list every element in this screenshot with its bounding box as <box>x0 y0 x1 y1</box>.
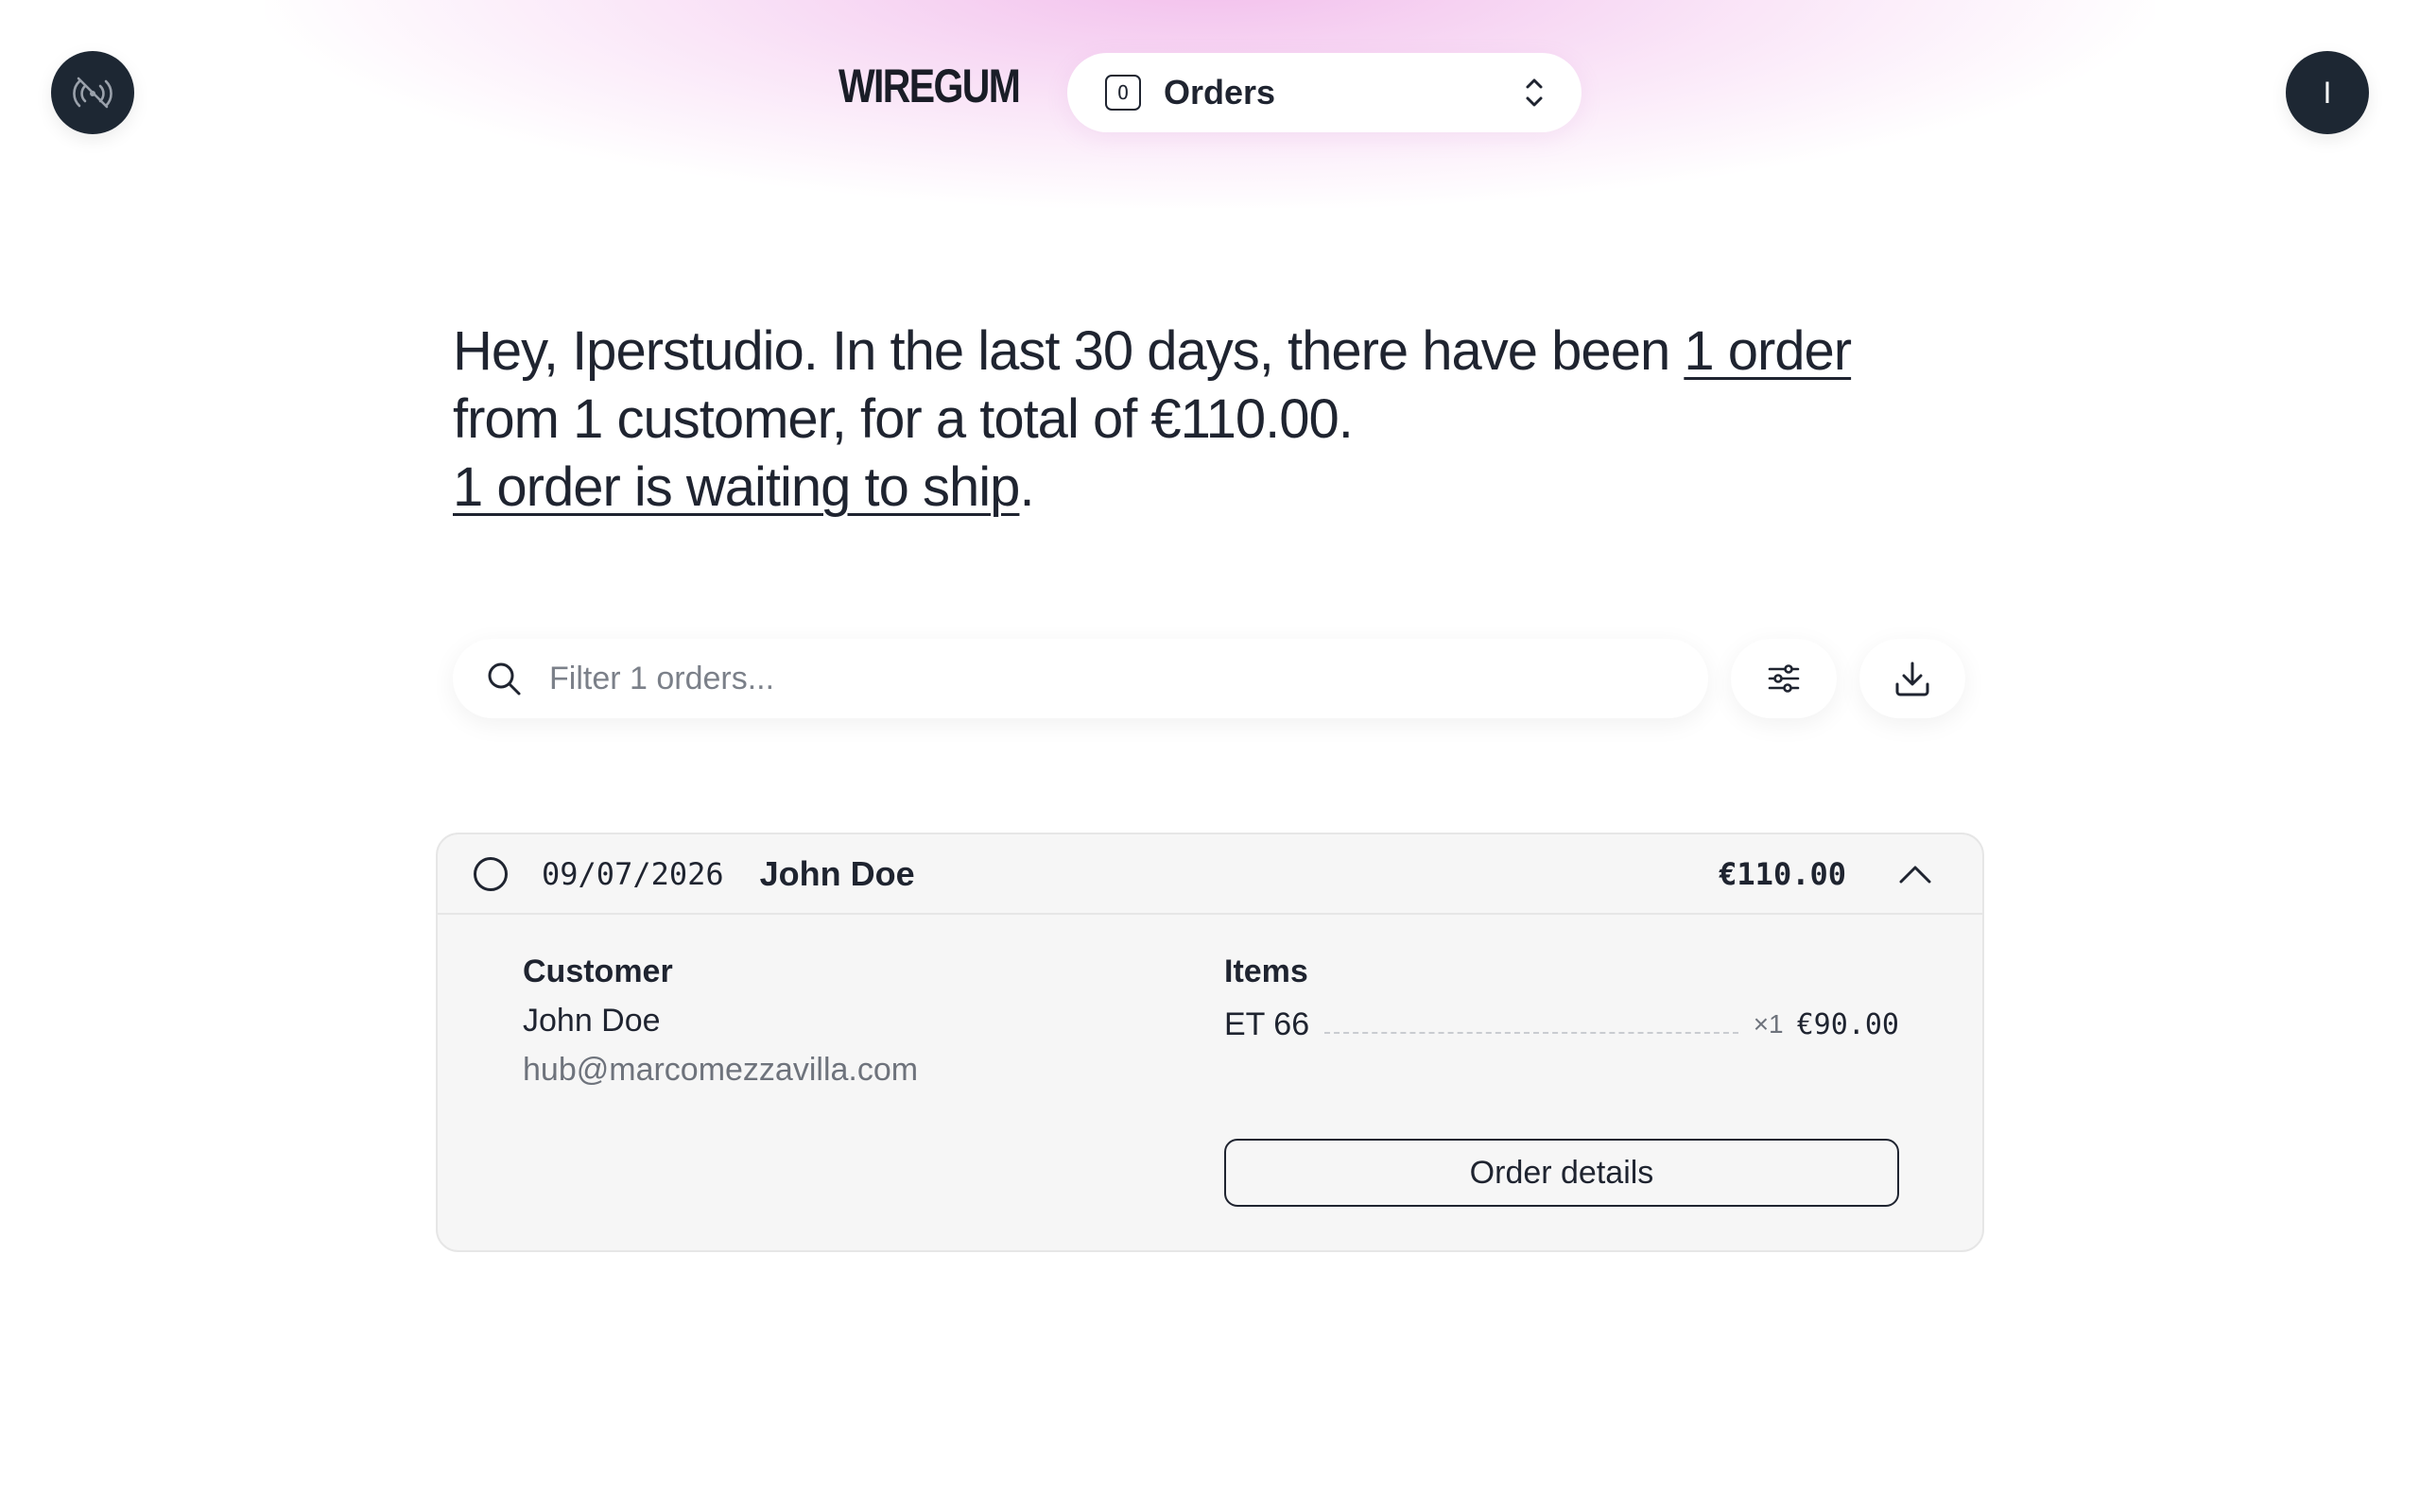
search-input[interactable] <box>549 660 1708 697</box>
summary-line1-prefix: Hey, Iperstudio. In the last 30 days, th… <box>453 320 1685 382</box>
connection-button[interactable] <box>51 51 134 134</box>
download-button[interactable] <box>1859 639 1965 718</box>
item-price: €90.00 <box>1796 1007 1899 1041</box>
summary-line2: from 1 customer, for a total of €110.00. <box>453 388 1354 450</box>
customer-email[interactable]: hub@marcomezzavilla.com <box>523 1052 918 1089</box>
order-total: €110.00 <box>1719 855 1846 892</box>
list-item: ET 66 ×1 €90.00 <box>1224 1004 1899 1045</box>
item-quantity: ×1 <box>1753 1009 1784 1039</box>
collapse-toggle[interactable] <box>1897 863 1933 885</box>
signal-off-icon <box>73 77 112 109</box>
section-selector[interactable]: O Orders <box>1067 53 1582 132</box>
order-card: 09/07/2026 John Doe €110.00 Customer Joh… <box>436 833 1984 1252</box>
user-avatar-button[interactable]: I <box>2286 51 2369 134</box>
page: WIREGUM O Orders I Hey, Iperstudio. In t… <box>0 0 2420 1512</box>
items-label: Items <box>1224 954 1308 989</box>
avatar-initial: I <box>2323 75 2332 110</box>
search-bar[interactable] <box>453 639 1708 718</box>
orders-summary: Hey, Iperstudio. In the last 30 days, th… <box>453 318 1965 522</box>
filter-button[interactable] <box>1731 639 1837 718</box>
customer-label: Customer <box>523 954 673 989</box>
app-logo[interactable]: WIREGUM <box>838 59 1021 113</box>
order-row-header[interactable]: 09/07/2026 John Doe €110.00 <box>438 834 1982 915</box>
order-date: 09/07/2026 <box>542 855 724 892</box>
item-name: ET 66 <box>1224 1005 1310 1042</box>
customer-name: John Doe <box>523 1003 661 1039</box>
shortcut-key: O <box>1105 75 1141 111</box>
summary-line3-suffix: . <box>1019 456 1034 518</box>
search-icon <box>488 662 521 696</box>
order-customer-name: John Doe <box>759 853 915 893</box>
item-leader-dots <box>1324 1015 1738 1034</box>
sliders-icon <box>1768 664 1800 693</box>
download-icon <box>1895 662 1929 696</box>
orders-count-link[interactable]: 1 order <box>1684 320 1852 382</box>
waiting-to-ship-link[interactable]: 1 order is waiting to ship <box>453 456 1020 518</box>
chevron-up-icon <box>1899 866 1931 883</box>
chevron-up-down-icon <box>1526 78 1543 107</box>
order-details-button[interactable]: Order details <box>1224 1139 1899 1207</box>
order-select-radio[interactable] <box>474 856 508 891</box>
section-selector-label: Orders <box>1164 73 1276 112</box>
